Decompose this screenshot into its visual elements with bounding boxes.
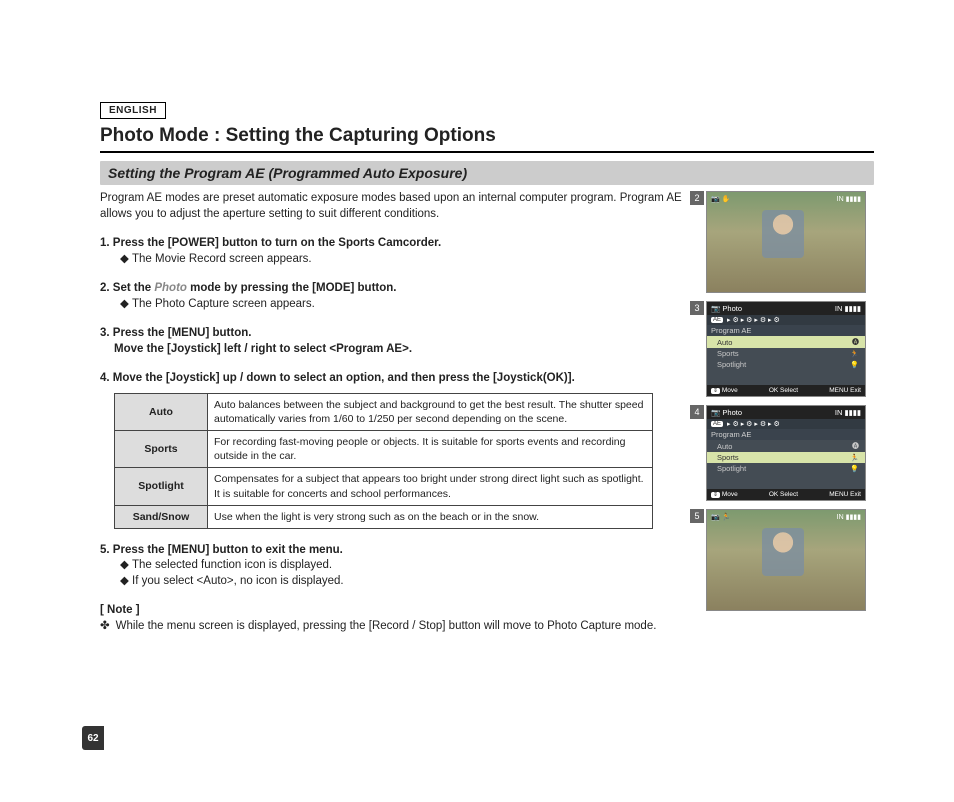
note-bullet-icon: ✤ bbox=[100, 619, 110, 635]
menu-row-icon: 🏃 bbox=[850, 454, 859, 462]
screenshot-5: 5 📷 🏃 IN ▮▮▮▮ bbox=[706, 509, 874, 611]
lcd-menu: 📷 Photo IN ▮▮▮▮ AE ▸ ⚙ ▸ ⚙ ▸ ⚙ ▸ ⚙ Progra… bbox=[706, 301, 866, 397]
menu-header-right: IN ▮▮▮▮ bbox=[835, 408, 861, 417]
screenshots-column: 2 📷 ✋ IN ▮▮▮▮ 3 📷 Photo IN ▮▮▮▮ AE▸ ⚙ ▸ … bbox=[706, 191, 874, 634]
menu-footer-exit: MENU Exit bbox=[829, 387, 861, 394]
menu-footer-move: ⇕ Move bbox=[711, 491, 738, 498]
step-heading-mode: Photo bbox=[154, 282, 187, 294]
step-bullet: The Photo Capture screen appears. bbox=[132, 298, 315, 310]
bullet-diamond-icon: ◆ bbox=[120, 297, 132, 313]
step-bullet: If you select <Auto>, no icon is display… bbox=[132, 575, 344, 587]
page-title: Photo Mode : Setting the Capturing Optio… bbox=[100, 125, 874, 153]
menu-row-label: Sports bbox=[717, 349, 739, 358]
menu-row-label: Spotlight bbox=[717, 360, 746, 369]
option-label: Spotlight bbox=[115, 468, 208, 505]
step-heading: Press the [MENU] button. bbox=[113, 327, 252, 339]
step-3: 3. Press the [MENU] button. Move the [Jo… bbox=[100, 326, 686, 357]
menu-tab-ae: AE bbox=[711, 317, 723, 323]
menu-row: Auto 🅐 bbox=[707, 440, 865, 452]
section-heading: Setting the Program AE (Programmed Auto … bbox=[100, 161, 874, 185]
table-row: SportsFor recording fast-moving people o… bbox=[115, 430, 653, 467]
screenshot-number-badge: 3 bbox=[690, 301, 704, 315]
step-4: 4. Move the [Joystick] up / down to sele… bbox=[100, 371, 686, 529]
step-number: 4. bbox=[100, 372, 110, 384]
menu-row-label: Auto bbox=[717, 338, 732, 347]
lcd-status-right: IN ▮▮▮▮ bbox=[837, 195, 861, 203]
menu-row-icon: 💡 bbox=[850, 361, 859, 369]
screenshot-number-badge: 4 bbox=[690, 405, 704, 419]
step-1: 1. Press the [POWER] button to turn on t… bbox=[100, 236, 686, 267]
table-row: AutoAuto balances between the subject an… bbox=[115, 393, 653, 430]
step-number: 1. bbox=[100, 237, 110, 249]
menu-row-icon: 💡 bbox=[850, 465, 859, 473]
main-text-column: Program AE modes are preset automatic ex… bbox=[100, 191, 686, 634]
menu-header-left: 📷 Photo bbox=[711, 408, 742, 417]
screenshot-number-badge: 5 bbox=[690, 509, 704, 523]
menu-row-label: Sports bbox=[717, 453, 739, 462]
menu-title: Program AE bbox=[707, 429, 865, 440]
bullet-diamond-icon: ◆ bbox=[120, 252, 132, 268]
step-5: 5. Press the [MENU] button to exit the m… bbox=[100, 543, 686, 590]
screenshot-4: 4 📷 Photo IN ▮▮▮▮ AE▸ ⚙ ▸ ⚙ ▸ ⚙ ▸ ⚙ Prog… bbox=[706, 405, 874, 501]
screenshot-2: 2 📷 ✋ IN ▮▮▮▮ bbox=[706, 191, 874, 293]
step-number: 5. bbox=[100, 544, 110, 556]
lcd-menu: 📷 Photo IN ▮▮▮▮ AE ▸ ⚙ ▸ ⚙ ▸ ⚙ ▸ ⚙ Progra… bbox=[706, 405, 866, 501]
menu-header-right: IN ▮▮▮▮ bbox=[835, 304, 861, 313]
bullet-diamond-icon: ◆ bbox=[120, 558, 132, 574]
step-2: 2. Set the Photo mode by pressing the [M… bbox=[100, 281, 686, 312]
menu-row: Spotlight 💡 bbox=[707, 463, 865, 474]
step-heading: Move the [Joystick] up / down to select … bbox=[113, 372, 575, 384]
menu-footer-select: OK Select bbox=[769, 491, 798, 498]
step-heading-post: mode by pressing the [MODE] button. bbox=[187, 282, 397, 294]
bullet-diamond-icon: ◆ bbox=[120, 574, 132, 590]
menu-footer-select: OK Select bbox=[769, 387, 798, 394]
table-row: Sand/SnowUse when the light is very stro… bbox=[115, 505, 653, 528]
note-heading: [ Note ] bbox=[100, 603, 686, 619]
lcd-photo-preview: 📷 ✋ IN ▮▮▮▮ bbox=[706, 191, 866, 293]
menu-footer-move: ⇕ Move bbox=[711, 387, 738, 394]
step-bullet: The Movie Record screen appears. bbox=[132, 253, 312, 265]
menu-row-icon: 🅐 bbox=[852, 337, 859, 347]
page-number-badge: 62 bbox=[82, 726, 104, 750]
option-desc: Auto balances between the subject and ba… bbox=[208, 393, 653, 430]
menu-row-icon: 🅐 bbox=[852, 441, 859, 451]
menu-row-icon: 🏃 bbox=[850, 350, 859, 358]
menu-row-selected: Sports 🏃 bbox=[707, 452, 865, 463]
options-table: AutoAuto balances between the subject an… bbox=[114, 393, 653, 529]
screenshot-3: 3 📷 Photo IN ▮▮▮▮ AE▸ ⚙ ▸ ⚙ ▸ ⚙ ▸ ⚙ Prog… bbox=[706, 301, 874, 397]
menu-row-label: Auto bbox=[717, 442, 732, 451]
step-heading: Press the [MENU] button to exit the menu… bbox=[113, 544, 343, 556]
menu-tab-dots: ▸ ⚙ ▸ ⚙ ▸ ⚙ ▸ ⚙ bbox=[727, 420, 780, 428]
step-heading: Press the [POWER] button to turn on the … bbox=[113, 237, 441, 249]
option-desc: Use when the light is very strong such a… bbox=[208, 505, 653, 528]
option-label: Sports bbox=[115, 430, 208, 467]
option-desc: For recording fast-moving people or obje… bbox=[208, 430, 653, 467]
note-text: While the menu screen is displayed, pres… bbox=[116, 619, 657, 635]
step-heading-line2: Move the [Joystick] left / right to sele… bbox=[100, 342, 686, 358]
step-number: 2. bbox=[100, 282, 110, 294]
menu-title: Program AE bbox=[707, 325, 865, 336]
menu-tab-dots: ▸ ⚙ ▸ ⚙ ▸ ⚙ ▸ ⚙ bbox=[727, 316, 780, 324]
step-number: 3. bbox=[100, 327, 110, 339]
step-bullet: The selected function icon is displayed. bbox=[132, 559, 332, 571]
lcd-status-left: 📷 🏃 bbox=[711, 513, 730, 521]
screenshot-number-badge: 2 bbox=[690, 191, 704, 205]
menu-header-left: 📷 Photo bbox=[711, 304, 742, 313]
lcd-status-right: IN ▮▮▮▮ bbox=[837, 513, 861, 521]
menu-row-label: Spotlight bbox=[717, 464, 746, 473]
menu-row-selected: Auto 🅐 bbox=[707, 336, 865, 348]
option-label: Sand/Snow bbox=[115, 505, 208, 528]
menu-tab-ae: AE bbox=[711, 421, 723, 427]
lcd-status-left: 📷 ✋ bbox=[711, 195, 730, 203]
menu-row: Sports 🏃 bbox=[707, 348, 865, 359]
lcd-photo-preview: 📷 🏃 IN ▮▮▮▮ bbox=[706, 509, 866, 611]
intro-paragraph: Program AE modes are preset automatic ex… bbox=[100, 191, 686, 222]
option-label: Auto bbox=[115, 393, 208, 430]
table-row: SpotlightCompensates for a subject that … bbox=[115, 468, 653, 505]
step-heading-pre: Set the bbox=[113, 282, 155, 294]
option-desc: Compensates for a subject that appears t… bbox=[208, 468, 653, 505]
menu-row: Spotlight 💡 bbox=[707, 359, 865, 370]
language-label: ENGLISH bbox=[100, 102, 166, 119]
menu-footer-exit: MENU Exit bbox=[829, 491, 861, 498]
